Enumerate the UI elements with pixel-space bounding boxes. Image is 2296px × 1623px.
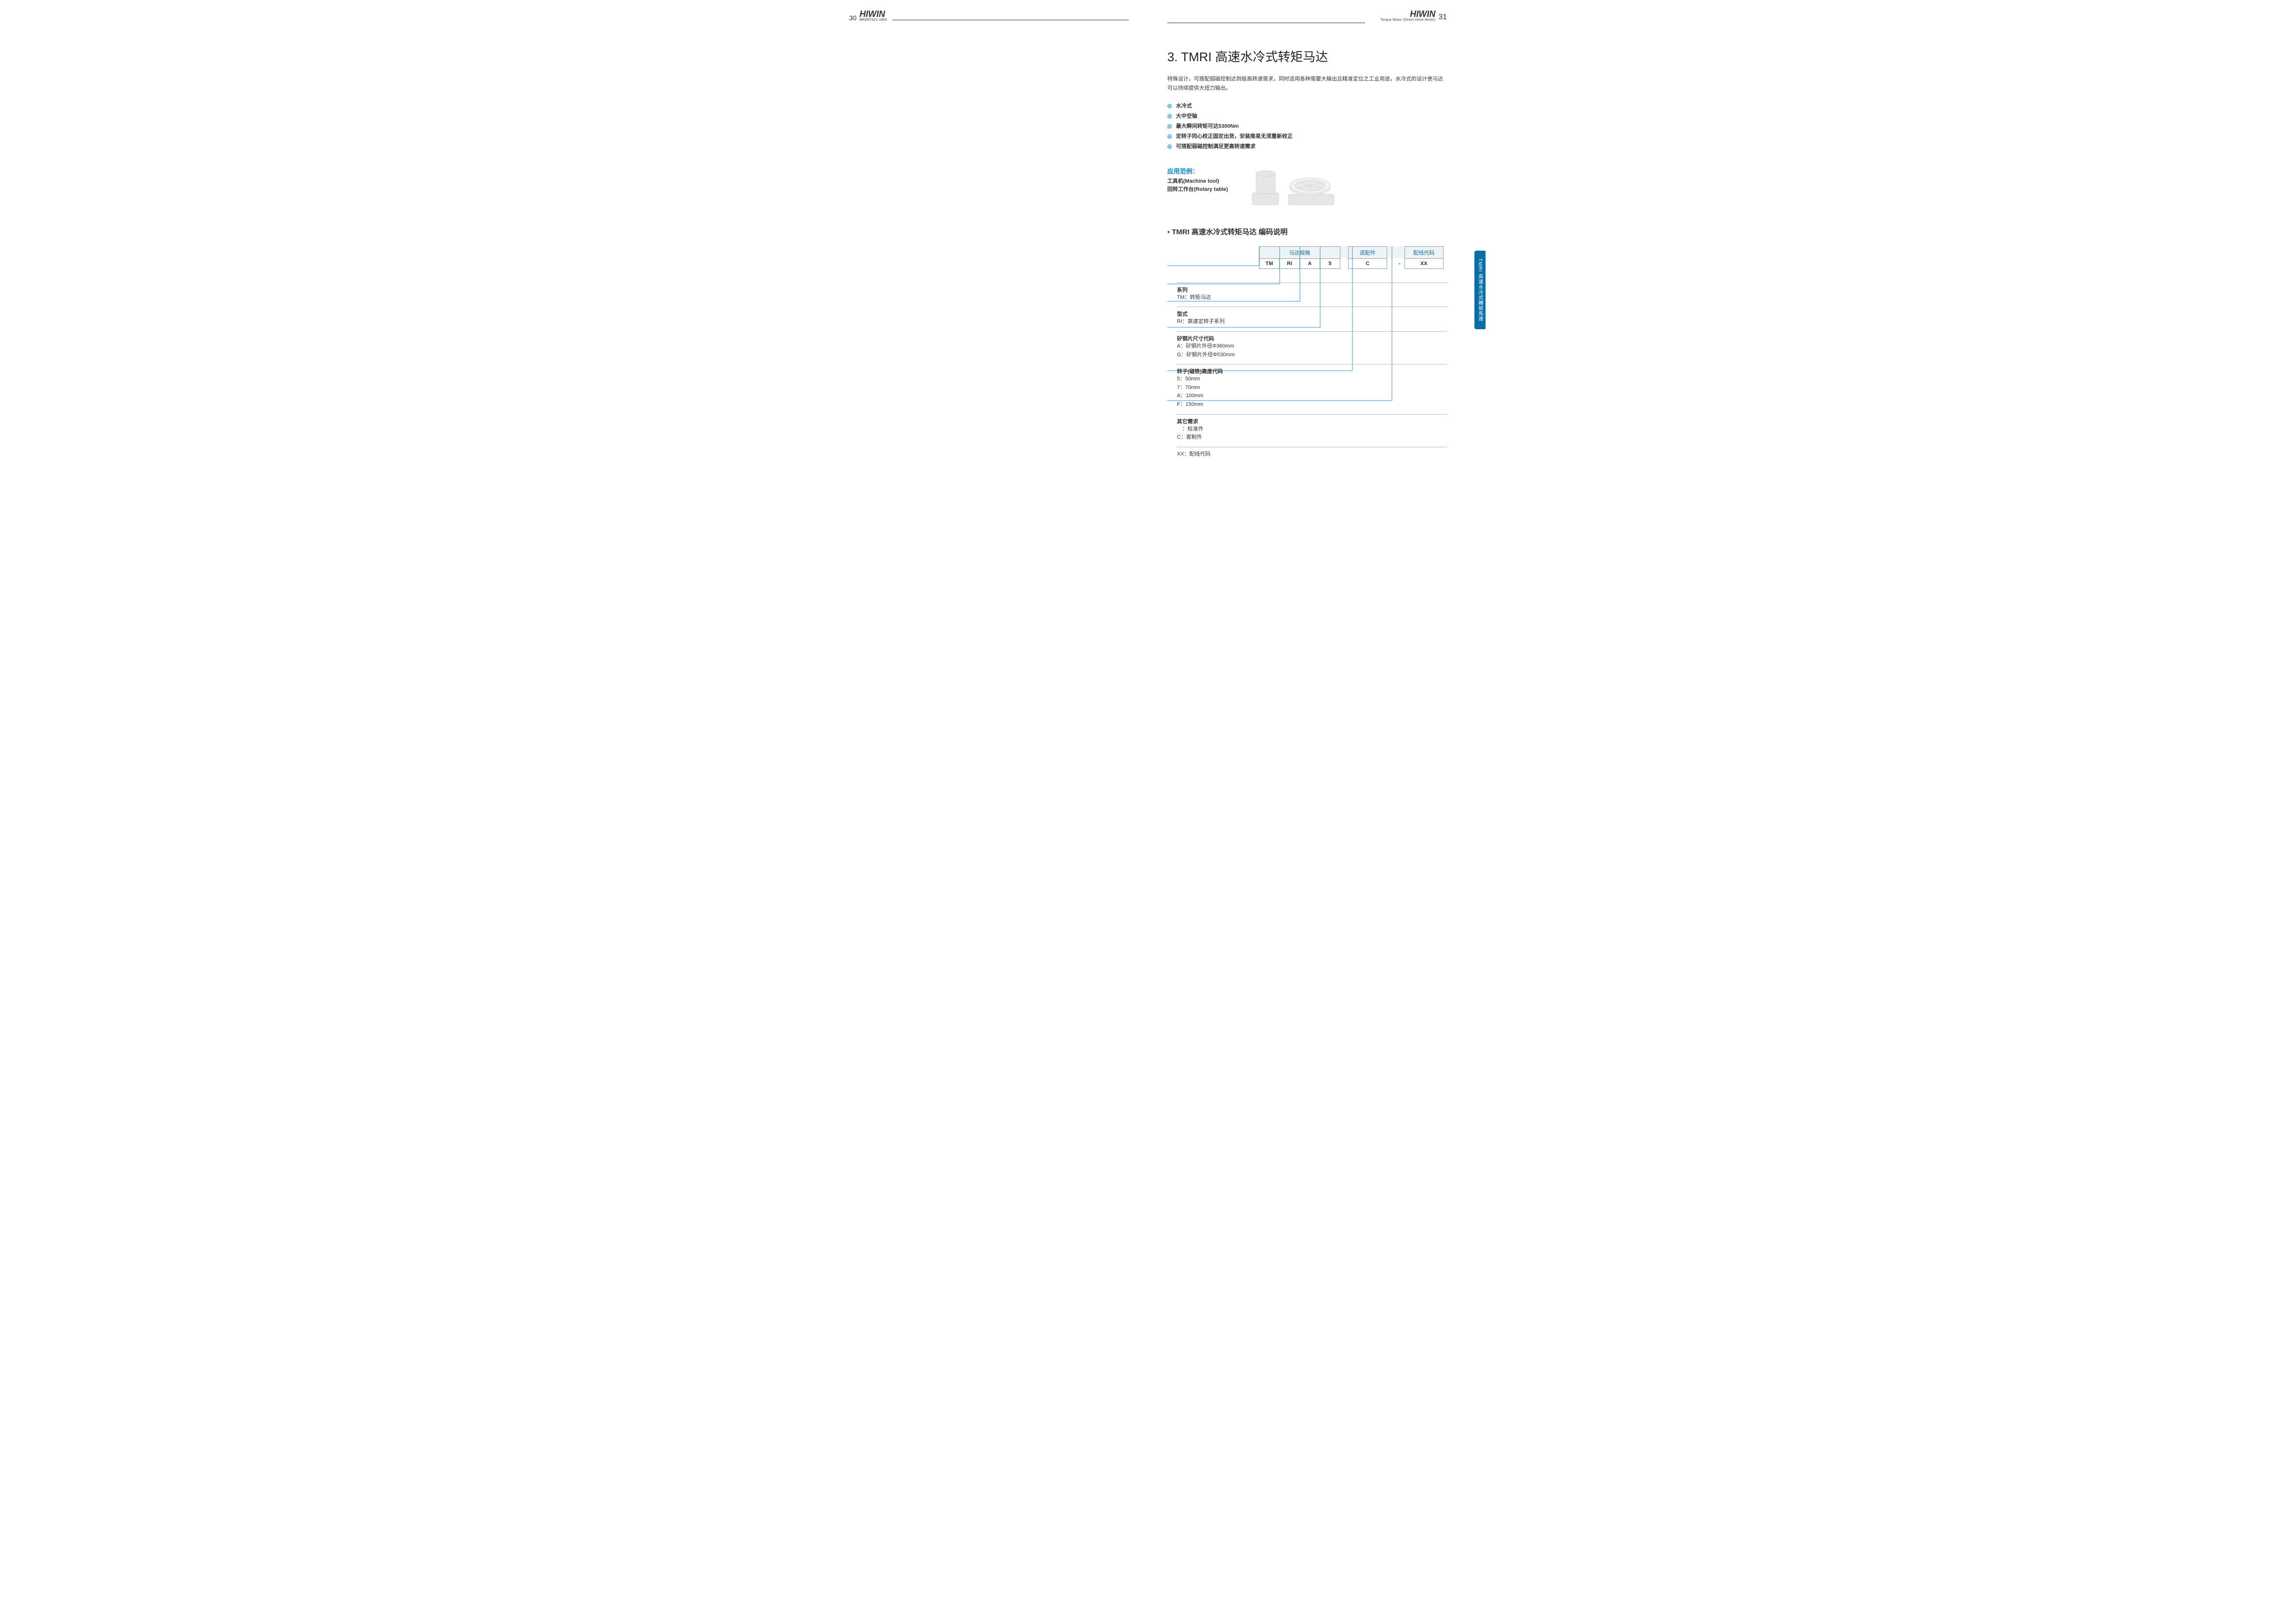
code-dash: - bbox=[1395, 258, 1405, 268]
feature-bullets: 水冷式 大中空轴 最大瞬间转矩可达5300Nm 定转子同心校正固定出货，安装简易… bbox=[1167, 101, 1447, 151]
code-cell-2: RI bbox=[1280, 258, 1300, 268]
brand-right: HIWIN bbox=[1380, 10, 1435, 18]
explain-group: XX：配线代码 bbox=[1177, 447, 1447, 464]
code-cell-1: TM bbox=[1259, 258, 1280, 268]
brand-sub-right: Torque Motor (Direct Drive Motor) bbox=[1380, 18, 1435, 22]
brand-left: HIWIN bbox=[860, 10, 887, 18]
intro-paragraph: 特殊设计，可搭配弱磁控制达到极高转速需求，同时适用各种需要大输出且精准定位之工业… bbox=[1167, 75, 1447, 93]
page-number-right: 31 bbox=[1438, 13, 1447, 22]
bullet-item: 水冷式 bbox=[1167, 101, 1447, 111]
explain-group: 转子(磁铁)高度代码 5：50mm 7：70mm A：100mm F：150mm bbox=[1177, 364, 1447, 414]
header-option: 选配件 bbox=[1349, 246, 1387, 258]
code-section-title: ▪TMRI 高速水冷式转矩马达 编码说明 bbox=[1167, 227, 1447, 237]
page-number-left: 30 bbox=[849, 14, 857, 22]
code-cell-4: 5 bbox=[1320, 258, 1340, 268]
header-spec: 马达规格 bbox=[1259, 246, 1340, 258]
bullet-item: 最大瞬间转矩可达5300Nm bbox=[1167, 121, 1447, 132]
square-bullet-icon: ▪ bbox=[1167, 228, 1170, 236]
explain-group: 其它需求 ：标准件 C：客制件 bbox=[1177, 414, 1447, 447]
explain-group: 系列 TM：转矩马达 bbox=[1177, 282, 1447, 307]
application-item: 回转工作台(Rotary table) bbox=[1167, 186, 1228, 194]
code-table: 马达规格 选配件 配线代码 TM RI A 5 C bbox=[1259, 246, 1444, 269]
section-heading: 3. TMRI 高速水冷式转矩马达 bbox=[1167, 47, 1447, 65]
application-item: 工具机(Machine tool) bbox=[1167, 177, 1228, 186]
code-cell-5: C bbox=[1349, 258, 1387, 268]
rotary-table-image bbox=[1247, 166, 1339, 207]
bullet-item: 可搭配弱磁控制满足更高转速需求 bbox=[1167, 142, 1447, 152]
code-cell-3: A bbox=[1300, 258, 1320, 268]
code-cell-6: XX bbox=[1405, 258, 1443, 268]
explain-group: 型式 RI：高速定转子系列 bbox=[1177, 307, 1447, 331]
side-tab: TMRI 高速水冷式轉矩馬達 bbox=[1474, 251, 1486, 329]
application-label: 应用范例： bbox=[1167, 166, 1228, 175]
header-wiring: 配线代码 bbox=[1405, 246, 1443, 258]
bullet-item: 大中空轴 bbox=[1167, 111, 1447, 121]
bullet-item: 定转子同心校正固定出货，安装简易无须重新校正 bbox=[1167, 132, 1447, 142]
explain-group: 矽钢片尺寸代码 A：矽钢片外径Φ360mm G：矽钢片外径Φ530mm bbox=[1177, 331, 1447, 364]
doc-code-left: MR99TS01-1800 bbox=[860, 18, 887, 22]
